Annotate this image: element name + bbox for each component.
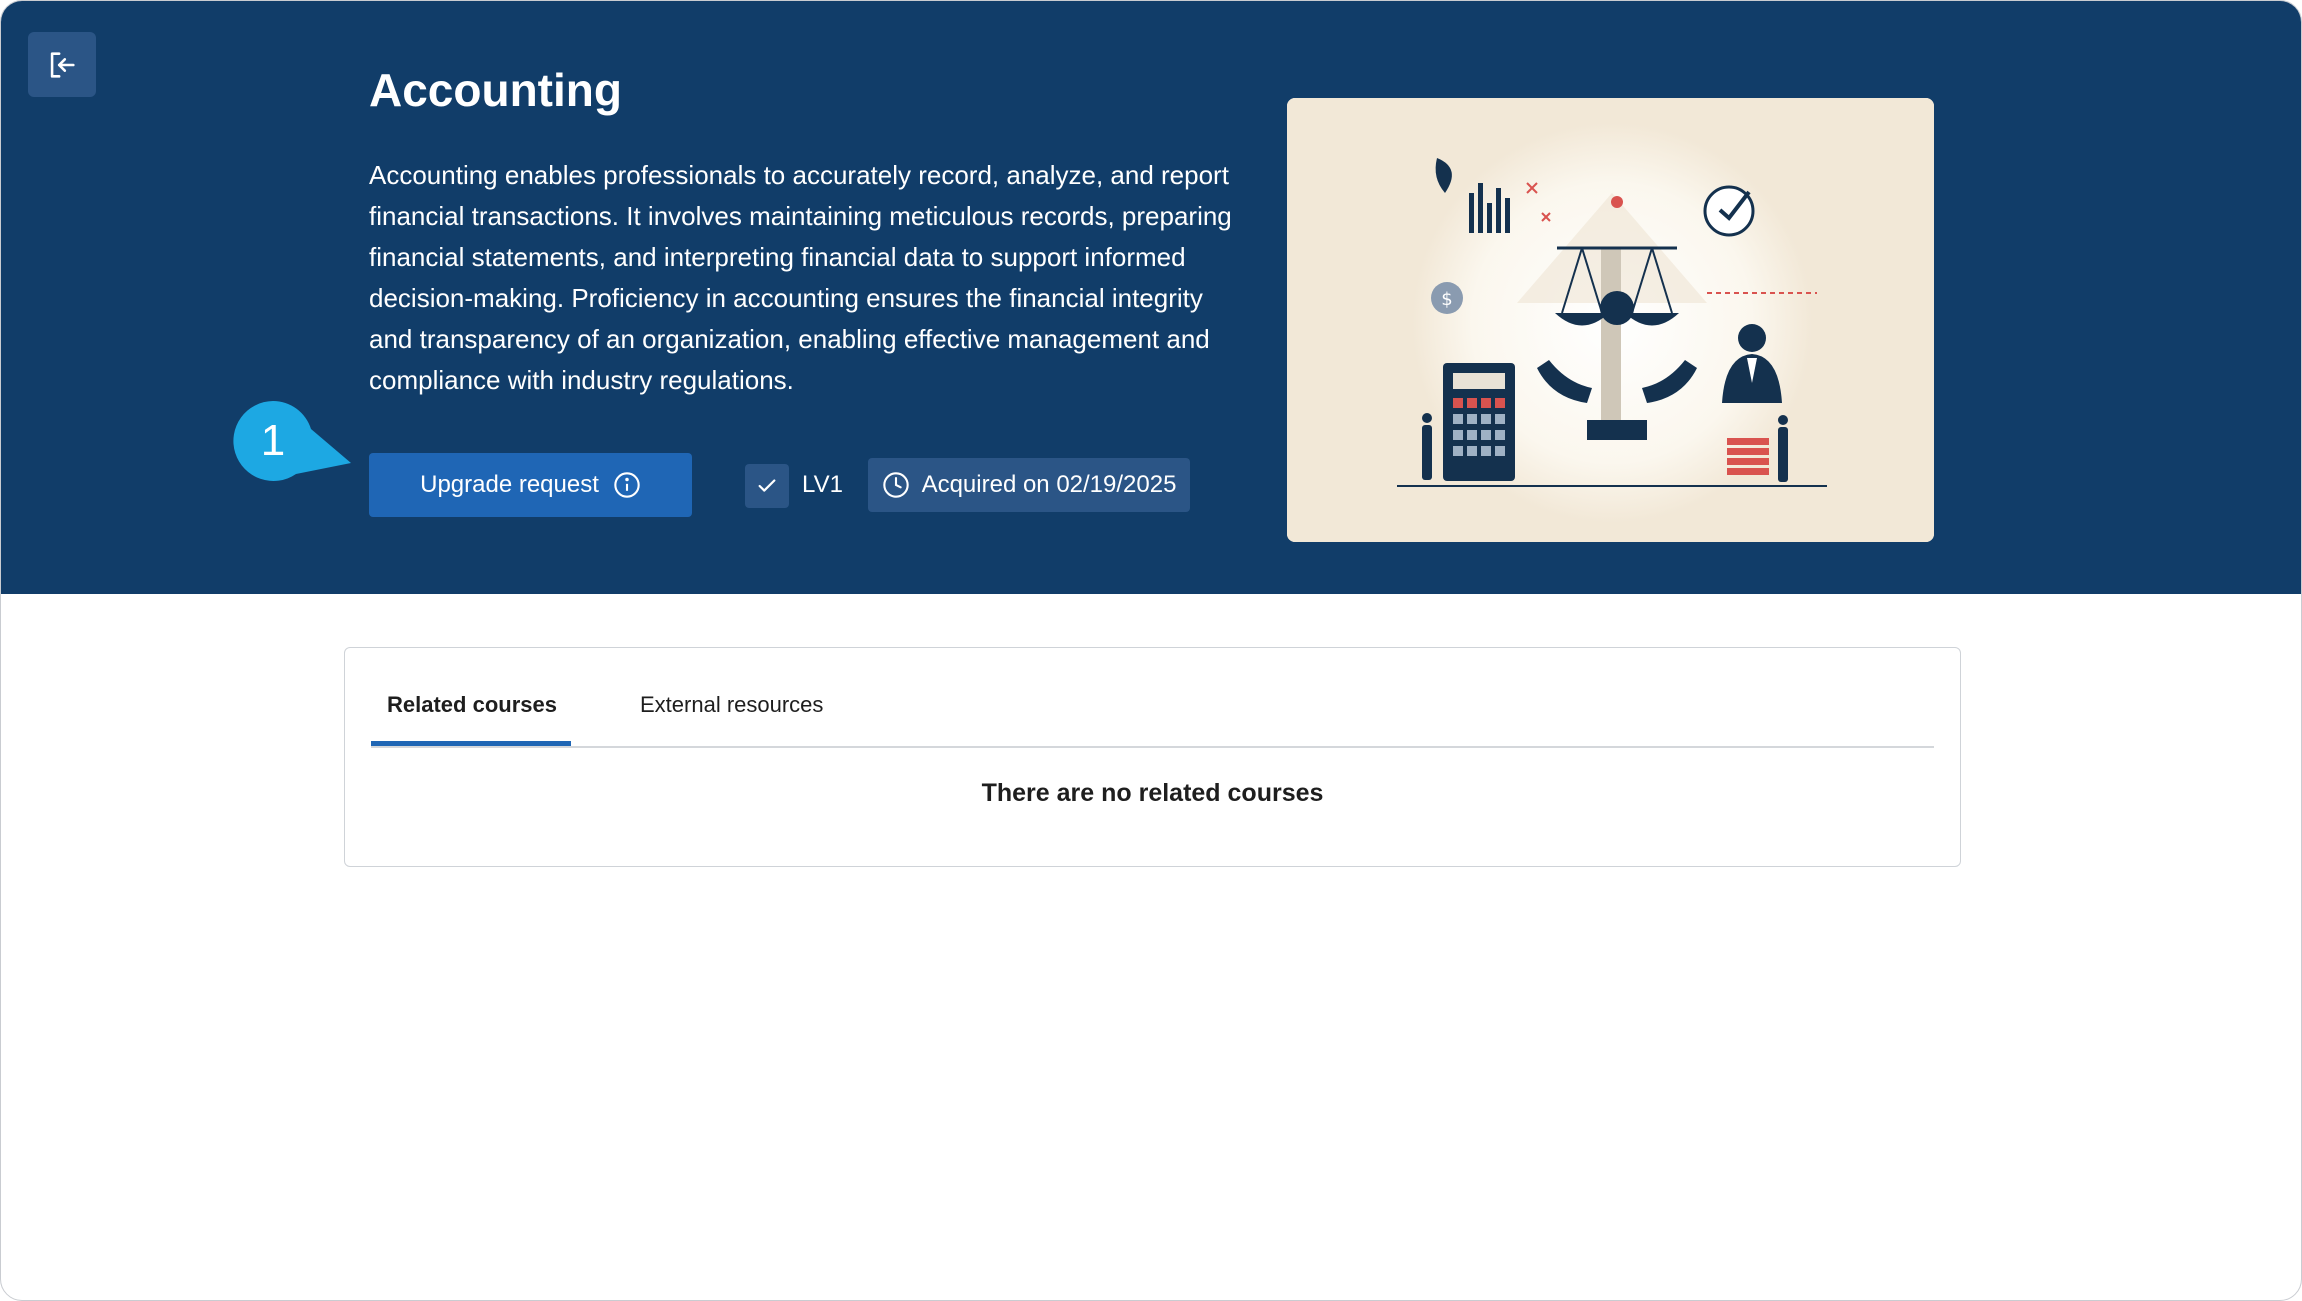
app-window: Accounting Accounting enables profession…: [0, 0, 2302, 1301]
tab-external-resources[interactable]: External resources: [640, 692, 823, 718]
upgrade-request-button[interactable]: Upgrade request: [369, 453, 692, 517]
upgrade-request-label: Upgrade request: [420, 471, 599, 498]
level-check-badge: [745, 464, 789, 508]
svg-text:$: $: [1441, 289, 1452, 310]
empty-state-message: There are no related courses: [981, 779, 1324, 807]
info-icon: [614, 472, 640, 498]
skill-description: Accounting enables professionals to accu…: [369, 160, 1232, 395]
step-marker-number: 1: [260, 416, 286, 465]
tab-bar: Related courses External resources: [371, 648, 1934, 748]
exit-button[interactable]: [28, 32, 96, 97]
acquired-date-badge: Acquired on 02/19/2025: [868, 458, 1190, 512]
tab-related-courses[interactable]: Related courses: [387, 692, 557, 718]
clock-icon: [882, 472, 909, 498]
acquired-date-label: Acquired on 02/19/2025: [921, 471, 1177, 498]
resources-panel: Related courses External resources There…: [344, 647, 1961, 867]
exit-icon: [50, 51, 75, 78]
skill-header: Accounting Accounting enables profession…: [1, 1, 2301, 594]
page-title: Accounting: [369, 64, 622, 116]
check-icon: [758, 479, 776, 492]
active-tab-indicator: [371, 741, 571, 746]
level-label: LV1: [802, 471, 843, 498]
skill-illustration: $: [1287, 98, 1934, 542]
